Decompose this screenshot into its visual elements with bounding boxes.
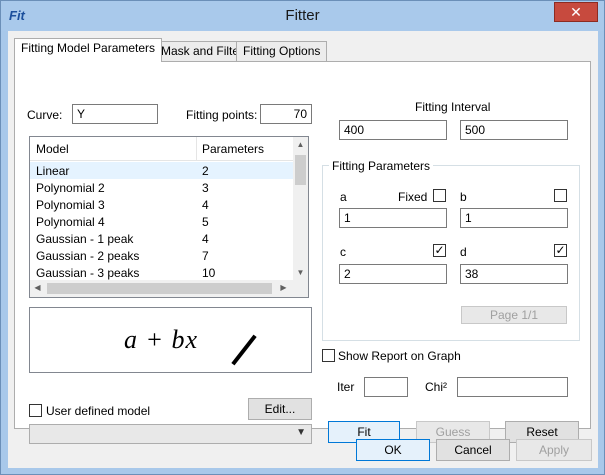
page-button[interactable]: Page 1/1 bbox=[461, 306, 567, 324]
model-name: Gaussian - 2 peaks bbox=[36, 249, 140, 263]
iter-label: Iter bbox=[337, 380, 355, 394]
param-a-label: a bbox=[340, 190, 347, 204]
list-item[interactable]: Polynomial 2 3 bbox=[30, 179, 294, 196]
fitting-points-label: Fitting points: bbox=[186, 108, 258, 122]
formula-text: a + bx bbox=[124, 325, 199, 354]
param-c-label: c bbox=[340, 245, 346, 259]
apply-button[interactable]: Apply bbox=[516, 439, 592, 461]
scroll-left-icon[interactable]: ◀ bbox=[30, 283, 45, 292]
list-item[interactable]: Polynomial 4 5 bbox=[30, 213, 294, 230]
scroll-down-icon[interactable]: ▼ bbox=[293, 268, 308, 277]
model-name: Polynomial 3 bbox=[36, 198, 105, 212]
model-params: 5 bbox=[202, 215, 209, 229]
model-params: 3 bbox=[202, 181, 209, 195]
user-model-dropdown[interactable]: ▼ bbox=[29, 424, 312, 444]
window-title: Fitter bbox=[285, 7, 320, 24]
column-header-model[interactable]: Model bbox=[36, 142, 69, 156]
curve-input[interactable]: Y bbox=[72, 104, 158, 124]
model-name: Gaussian - 1 peak bbox=[36, 232, 134, 246]
tab-panel: Curve: Y Fitting points: 70 Model Parame… bbox=[14, 61, 591, 444]
cancel-button[interactable]: Cancel bbox=[436, 439, 510, 461]
fix-c-checkbox[interactable]: ✓ bbox=[433, 244, 446, 257]
check-icon: ✓ bbox=[555, 243, 566, 257]
dialog-client: Fitting Model Parameters Mask and Filter… bbox=[8, 31, 598, 468]
iter-output bbox=[364, 377, 408, 397]
fixed-label: Fixed bbox=[398, 190, 428, 204]
param-d-label: d bbox=[460, 245, 467, 259]
list-item[interactable]: Polynomial 3 4 bbox=[30, 196, 294, 213]
list-item[interactable]: Gaussian - 2 peaks 7 bbox=[30, 247, 294, 264]
user-defined-model-checkbox[interactable] bbox=[29, 404, 42, 417]
fitting-parameters-title: Fitting Parameters bbox=[329, 159, 434, 173]
model-params: 10 bbox=[202, 266, 216, 280]
param-d-input[interactable]: 38 bbox=[460, 264, 568, 284]
fix-b-checkbox[interactable] bbox=[554, 189, 567, 202]
fix-a-checkbox[interactable] bbox=[433, 189, 446, 202]
linear-graph-icon bbox=[231, 334, 257, 366]
column-header-parameters[interactable]: Parameters bbox=[202, 142, 264, 156]
param-b-label: b bbox=[460, 190, 467, 204]
param-a-input[interactable]: 1 bbox=[339, 208, 447, 228]
model-name: Linear bbox=[36, 164, 70, 178]
horizontal-scrollbar[interactable]: ◀ ▶ bbox=[30, 280, 308, 297]
list-item[interactable]: Gaussian - 3 peaks 10 bbox=[30, 264, 294, 281]
scroll-thumb[interactable] bbox=[295, 155, 306, 185]
scroll-up-icon[interactable]: ▲ bbox=[293, 140, 308, 149]
list-item[interactable]: Linear 2 bbox=[30, 162, 294, 179]
chevron-down-icon: ▼ bbox=[296, 427, 306, 438]
list-item[interactable]: Gaussian - 1 peak 4 bbox=[30, 230, 294, 247]
formula-preview: a + bx bbox=[29, 307, 312, 373]
chi-output bbox=[457, 377, 568, 397]
interval-to-input[interactable]: 500 bbox=[460, 120, 568, 140]
column-separator bbox=[196, 137, 197, 161]
model-params: 2 bbox=[202, 164, 209, 178]
model-list[interactable]: Model Parameters Linear 2 Polynomial 2 3… bbox=[29, 136, 309, 298]
fitter-window: Fit Fitter ✕ Fitting Model Parameters Ma… bbox=[0, 0, 605, 475]
vertical-scrollbar[interactable]: ▲ ▼ bbox=[293, 137, 308, 281]
scroll-right-icon[interactable]: ▶ bbox=[276, 283, 291, 292]
fitting-interval-label: Fitting Interval bbox=[415, 100, 491, 114]
ok-button[interactable]: OK bbox=[356, 439, 430, 461]
tab-fitting-model-parameters[interactable]: Fitting Model Parameters bbox=[14, 38, 163, 62]
model-params: 4 bbox=[202, 232, 209, 246]
user-defined-model-label: User defined model bbox=[46, 404, 151, 418]
model-params: 4 bbox=[202, 198, 209, 212]
title-bar[interactable]: Fit Fitter ✕ bbox=[1, 1, 604, 31]
model-params: 7 bbox=[202, 249, 209, 263]
scroll-thumb-horizontal[interactable] bbox=[47, 283, 272, 294]
model-name: Polynomial 2 bbox=[36, 181, 105, 195]
model-list-header: Model Parameters bbox=[30, 137, 294, 161]
chi-label: Chi² bbox=[425, 380, 448, 394]
model-name: Polynomial 4 bbox=[36, 215, 105, 229]
edit-button[interactable]: Edit... bbox=[248, 398, 312, 420]
param-b-input[interactable]: 1 bbox=[460, 208, 568, 228]
fix-d-checkbox[interactable]: ✓ bbox=[554, 244, 567, 257]
show-report-checkbox[interactable] bbox=[322, 349, 335, 362]
interval-from-input[interactable]: 400 bbox=[339, 120, 447, 140]
model-name: Gaussian - 3 peaks bbox=[36, 266, 140, 280]
curve-label: Curve: bbox=[27, 108, 63, 122]
param-c-input[interactable]: 2 bbox=[339, 264, 447, 284]
tab-fitting-options[interactable]: Fitting Options bbox=[236, 41, 328, 61]
close-icon: ✕ bbox=[570, 4, 582, 20]
close-button[interactable]: ✕ bbox=[554, 2, 598, 22]
fitting-points-input[interactable]: 70 bbox=[260, 104, 312, 124]
check-icon: ✓ bbox=[434, 243, 445, 257]
show-report-label: Show Report on Graph bbox=[338, 349, 461, 363]
